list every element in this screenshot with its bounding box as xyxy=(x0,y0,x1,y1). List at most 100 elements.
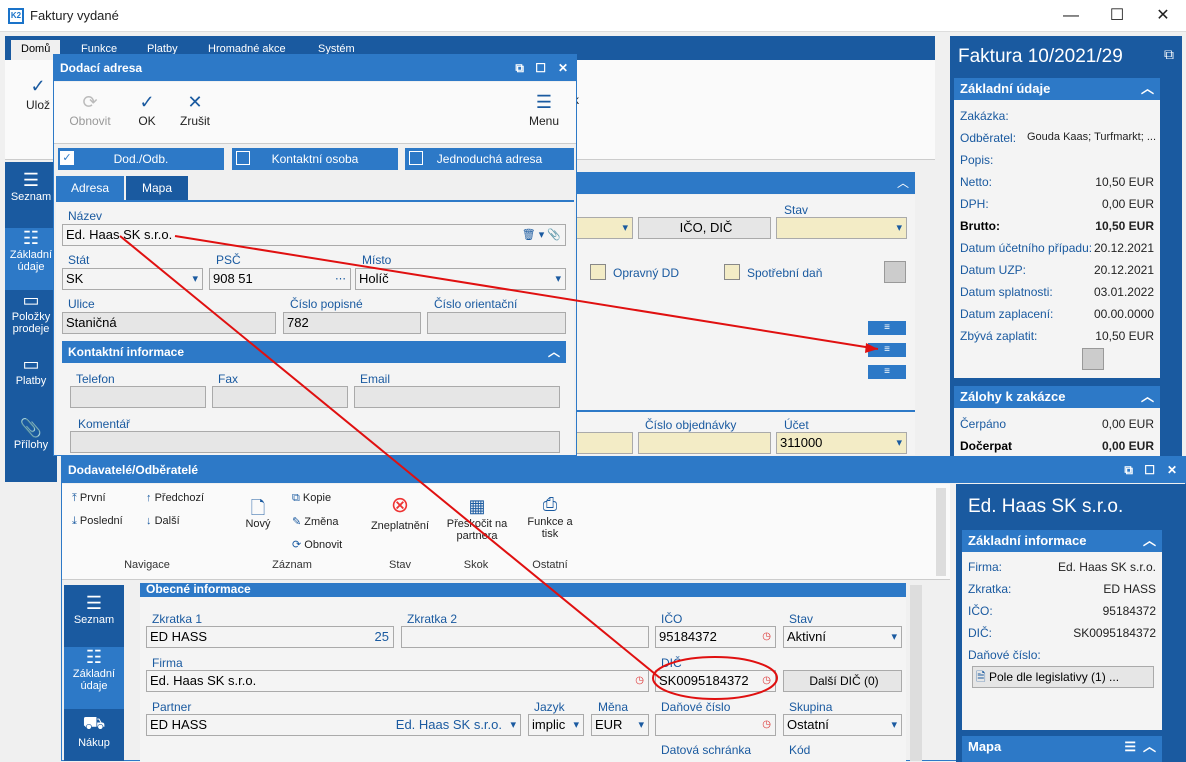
dic-field[interactable]: SK0095184372 ◷ xyxy=(655,670,776,692)
novy-button[interactable]: 🗋 Nový xyxy=(238,496,278,530)
zkratka1-field[interactable]: ED HASS 25 xyxy=(146,626,394,648)
zakladni-body: Zakázka: Odběratel: Gouda Kaas; Turfmarkt… xyxy=(954,100,1160,378)
firma-field[interactable]: Ed. Haas SK s.r.o. ◷ xyxy=(146,670,649,692)
chevron-up-icon: ︿ xyxy=(1140,389,1154,404)
nav-seznam[interactable]: ☰ Seznam xyxy=(5,170,57,230)
nav-polozky[interactable]: ▭ Položky prodeje xyxy=(5,290,57,352)
close-icon[interactable]: ✕ xyxy=(558,55,568,81)
bg-field-a[interactable]: ▾ xyxy=(575,217,633,239)
zkratka2-field[interactable] xyxy=(401,626,649,648)
mena-field[interactable]: EUR ▾ xyxy=(591,714,649,736)
posledni-button[interactable]: ⤓ Poslední xyxy=(72,515,123,528)
restore-icon[interactable]: ⧉ xyxy=(1124,457,1133,483)
minimize-icon[interactable]: — xyxy=(1048,4,1094,28)
dod-nav-nakup[interactable]: ⛟ Nákup xyxy=(64,713,124,761)
check-jednoducha[interactable]: Jednoduchá adresa xyxy=(405,148,574,170)
tab-mapa[interactable]: Mapa xyxy=(126,176,188,200)
clock-icon[interactable]: ◷ xyxy=(762,671,771,691)
dodavatele-ribbon: ⤒ První ↑ Předchozí ⤓ Poslední ↓ Další N… xyxy=(62,484,950,580)
close-icon[interactable]: ✕ xyxy=(1140,4,1186,28)
opravny-checkbox[interactable] xyxy=(590,264,606,280)
pole-legislativa-button[interactable]: 🗎 Pole dle legislativy (1) ... xyxy=(972,666,1154,688)
menu-button-3[interactable]: ≡ xyxy=(868,365,906,379)
cislo-obj-field[interactable] xyxy=(638,432,771,454)
ulice-label: Ulice xyxy=(68,297,95,311)
menu-button[interactable]: ☰ Menu xyxy=(524,92,564,128)
obnovit-button[interactable]: ⟳ Obnovit xyxy=(292,538,342,551)
menu-button-2[interactable]: ≡ xyxy=(868,343,906,357)
ico-field[interactable]: 95184372 ◷ xyxy=(655,626,776,648)
form-scrollbar[interactable] xyxy=(910,585,922,761)
stat-field[interactable]: SK ▾ xyxy=(62,268,203,290)
kopie-button[interactable]: ⧉ Kopie xyxy=(292,492,331,505)
email-field[interactable] xyxy=(354,386,560,408)
predchozi-button[interactable]: ↑ Předchozí xyxy=(146,492,204,504)
preskocit-button[interactable]: ▦ Přeskočit na partnera xyxy=(444,496,510,542)
maximize-icon[interactable]: ☐ xyxy=(1094,4,1140,28)
bg-stav-field[interactable]: ▾ xyxy=(776,217,907,239)
trash-dropdown-attach-icon[interactable]: 🗑 ▾ 📎 xyxy=(522,225,561,245)
bg-field-b[interactable] xyxy=(575,432,633,454)
obecne-title: Obecné informace xyxy=(146,583,251,596)
cp-field[interactable]: 782 xyxy=(283,312,421,334)
dropdown-icon: ▾ xyxy=(192,273,198,285)
bg-divider xyxy=(575,410,915,412)
maximize-icon[interactable]: ☐ xyxy=(1144,457,1155,483)
clock-icon[interactable]: ◷ xyxy=(762,715,771,735)
clock-icon[interactable]: ◷ xyxy=(635,671,644,691)
ok-button[interactable]: ✓ OK xyxy=(132,92,162,128)
maximize-icon[interactable]: ☐ xyxy=(535,55,546,81)
ellipsis-icon[interactable]: ⋯ xyxy=(335,269,346,289)
stav-field[interactable]: Aktivní ▾ xyxy=(783,626,902,648)
chevron-up-icon: ︿ xyxy=(896,176,909,190)
psc-field[interactable]: 908 51 ⋯ xyxy=(209,268,351,290)
ucet-field[interactable]: 311000 ▾ xyxy=(776,432,907,454)
dalsi-button[interactable]: ↓ Další xyxy=(146,515,180,527)
misto-field[interactable]: Holíč ▾ xyxy=(355,268,566,290)
zneplatneni-button[interactable]: ⊗ Zneplatnění xyxy=(362,492,438,532)
kv-value: 10,50 EUR xyxy=(1095,329,1154,343)
telefon-field[interactable] xyxy=(70,386,206,408)
dod-nav-zakladni[interactable]: ☷ Základní údaje xyxy=(64,647,124,709)
co-field[interactable] xyxy=(427,312,566,334)
ribbon-scrollbar[interactable] xyxy=(936,488,946,576)
status-square[interactable] xyxy=(1082,348,1104,370)
hamburger-icon[interactable]: ☰ xyxy=(1124,736,1136,758)
nav-zakladni[interactable]: ☷ Základní údaje xyxy=(5,228,57,290)
nav-platby[interactable]: ▭ Platby xyxy=(5,354,57,414)
jazyk-field[interactable]: implic ▾ xyxy=(528,714,584,736)
funkce-tisk-button[interactable]: ⎙ Funkce a tisk xyxy=(520,494,580,540)
spotrebni-checkbox[interactable] xyxy=(724,264,740,280)
datova-label: Datová schránka xyxy=(661,743,752,757)
refresh-button[interactable]: ⟳ Obnovit xyxy=(66,92,114,128)
check-dod-odb[interactable]: ✓ Dod./Odb. xyxy=(58,148,224,170)
check-kontaktni[interactable]: Kontaktní osoba xyxy=(232,148,398,170)
zmena-button[interactable]: ✎ Změna xyxy=(292,515,339,528)
restore-icon[interactable]: ⧉ xyxy=(515,55,524,81)
nav-prilohy[interactable]: 📎 Přílohy xyxy=(5,418,57,478)
danove-field[interactable]: ◷ xyxy=(655,714,776,736)
fax-field[interactable] xyxy=(212,386,348,408)
dalsi-dic-button[interactable]: Další DIČ (0) xyxy=(783,670,902,692)
skupina-field[interactable]: Ostatní ▾ xyxy=(783,714,902,736)
popout-icon[interactable]: ⧉ xyxy=(1164,46,1174,63)
ulice-field[interactable]: Staničná xyxy=(62,312,276,334)
menu-button-1[interactable]: ≡ xyxy=(868,321,906,335)
tab-adresa[interactable]: Adresa xyxy=(56,176,124,200)
partner-field[interactable]: ED HASS Ed. Haas SK s.r.o. ▾ xyxy=(146,714,521,736)
zkratka1-label: Zkratka 1 xyxy=(152,612,203,626)
bg-square-button[interactable] xyxy=(884,261,906,283)
komentar-field[interactable] xyxy=(70,431,560,453)
nazev-field[interactable]: Ed. Haas SK s.r.o. 🗑 ▾ 📎 xyxy=(62,224,566,246)
list-detail-icon: ☷ xyxy=(85,647,103,667)
save-button[interactable]: ✓ Ulož xyxy=(21,76,55,112)
prvni-button[interactable]: ⤒ První xyxy=(72,492,106,505)
kv-value: 00.00.0000 xyxy=(1093,307,1154,321)
dod-nav-seznam[interactable]: ☰ Seznam xyxy=(64,593,124,643)
kv-value: 20.12.2021 xyxy=(1093,263,1154,277)
close-icon[interactable]: ✕ xyxy=(1167,457,1177,483)
ico-dic-button[interactable]: IČO, DIČ xyxy=(638,217,771,239)
clock-icon[interactable]: ◷ xyxy=(762,627,771,647)
partner-name: Ed. Haas SK s.r.o. xyxy=(395,717,502,732)
cancel-button[interactable]: ✕ Zrušit xyxy=(178,92,212,128)
